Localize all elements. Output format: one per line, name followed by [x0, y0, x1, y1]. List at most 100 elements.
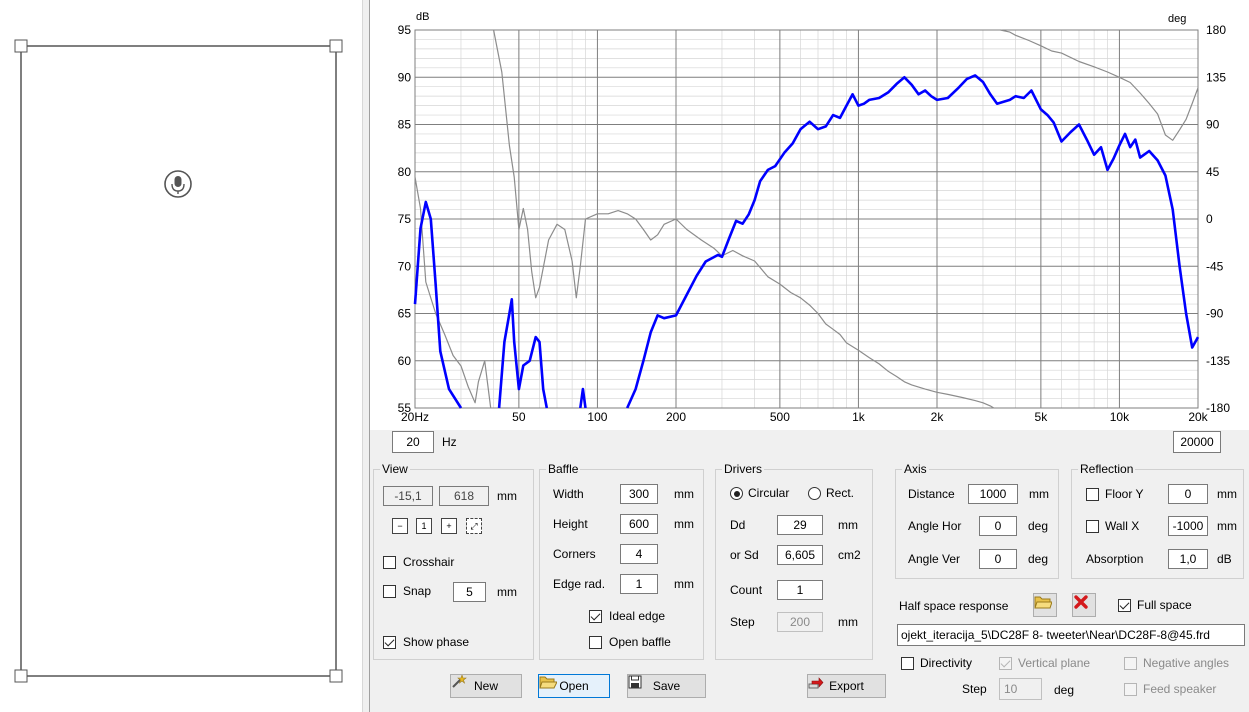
baffle-group-title: Baffle	[546, 462, 581, 476]
height-field[interactable]: 600	[620, 514, 658, 534]
floor-label: Floor Y	[1105, 487, 1144, 501]
freq-min-unit: Hz	[442, 435, 457, 449]
show-phase-label: Show phase	[403, 635, 470, 649]
open-baffle-checkbox[interactable]	[589, 636, 602, 649]
export-button-label: Export	[829, 679, 864, 693]
axis-group: Axis Distance 1000 mm Angle Hor 0 deg An…	[895, 462, 1059, 579]
x-tick-label: 100	[587, 410, 607, 424]
axis-group-title: Axis	[902, 462, 929, 476]
zoom-out-icon: −	[397, 521, 403, 531]
snap-field[interactable]: 5	[453, 582, 486, 602]
angle-hor-label: Angle Hor	[908, 519, 962, 533]
x-tick-label: 50	[512, 410, 526, 424]
x-tick-label: 2k	[931, 410, 945, 424]
directivity-checkbox[interactable]	[901, 657, 914, 670]
sd-field[interactable]: 6,605	[777, 545, 823, 565]
snap-checkbox[interactable]	[383, 585, 396, 598]
export-button[interactable]: Export	[807, 674, 886, 698]
drivers-group: Drivers Circular Rect. Dd 29 mm or Sd 6,…	[715, 462, 873, 660]
floor-field[interactable]: 0	[1168, 484, 1208, 504]
baffle-outline[interactable]	[20, 45, 337, 677]
open-button-label: Open	[559, 679, 589, 693]
snap-unit: mm	[497, 585, 517, 599]
clear-half-space-button[interactable]	[1072, 593, 1096, 617]
reflection-group-title: Reflection	[1078, 462, 1136, 476]
crosshair-checkbox[interactable]	[383, 556, 396, 569]
cursor-unit: mm	[497, 489, 517, 503]
dd-field[interactable]: 29	[777, 515, 823, 535]
absorption-field[interactable]: 1,0	[1168, 549, 1208, 569]
angle-hor-field[interactable]: 0	[979, 516, 1017, 536]
half-space-file-field[interactable]: ojekt_iteracija_5\DC28F 8- tweeter\Near\…	[897, 624, 1245, 646]
zoom-in-button[interactable]: +	[441, 518, 457, 534]
freq-max-field[interactable]: 20000	[1173, 431, 1221, 453]
vertical-plane-checkbox[interactable]	[999, 657, 1012, 670]
baffle-group: Baffle Width 300 mm Height 600 mm Corner…	[539, 462, 704, 660]
angle-ver-field[interactable]: 0	[979, 549, 1017, 569]
freq-min-field[interactable]: 20	[392, 431, 434, 453]
directivity-step-field[interactable]: 10	[999, 678, 1042, 700]
negative-angles-checkbox[interactable]	[1124, 657, 1137, 670]
step-label: Step	[730, 615, 755, 629]
distance-field[interactable]: 1000	[968, 484, 1018, 504]
x-tick-label: 5k	[1035, 410, 1049, 424]
angle-ver-label: Angle Ver	[908, 552, 961, 566]
height-label: Height	[553, 517, 588, 531]
directivity-step-unit: deg	[1054, 683, 1075, 697]
new-button[interactable]: New	[450, 674, 522, 698]
corners-field[interactable]: 4	[620, 544, 658, 564]
right-tick-label: 45	[1206, 165, 1220, 179]
floor-checkbox[interactable]	[1086, 488, 1099, 501]
x-tick-label: 10k	[1110, 410, 1130, 424]
count-field[interactable]: 1	[777, 580, 823, 600]
save-button[interactable]: Save	[627, 674, 706, 698]
corner-handle-tl[interactable]	[14, 39, 28, 53]
baffle-view[interactable]	[0, 0, 363, 712]
corner-handle-bl[interactable]	[14, 669, 28, 683]
feed-speaker-checkbox[interactable]	[1124, 683, 1137, 696]
floor-unit: mm	[1217, 487, 1237, 501]
left-tick-label: 95	[398, 23, 412, 37]
floppy-disk-icon	[628, 675, 642, 689]
cursor-x-field[interactable]: -15,1	[383, 486, 433, 506]
right-tick-label: -180	[1206, 401, 1230, 415]
delete-x-icon	[1074, 595, 1088, 609]
wall-checkbox[interactable]	[1086, 520, 1099, 533]
wall-field[interactable]: -1000	[1168, 516, 1208, 536]
corner-handle-tr[interactable]	[329, 39, 343, 53]
step-unit: mm	[838, 615, 858, 629]
x-tick-label: 20k	[1188, 410, 1208, 424]
rect-radio[interactable]	[808, 487, 821, 500]
show-phase-checkbox[interactable]	[383, 636, 396, 649]
width-unit: mm	[674, 487, 694, 501]
baffle-canvas[interactable]	[0, 0, 362, 712]
width-field[interactable]: 300	[620, 484, 658, 504]
full-space-checkbox[interactable]	[1118, 599, 1131, 612]
microphone-icon[interactable]	[164, 170, 192, 198]
zoom-out-button[interactable]: −	[392, 518, 408, 534]
distance-label: Distance	[908, 487, 955, 501]
view-group: View -15,1 618 mm − 1 + ⤢ Crosshair Snap…	[373, 462, 534, 660]
ideal-edge-checkbox[interactable]	[589, 610, 602, 623]
zoom-actual-button[interactable]: 1	[416, 518, 432, 534]
step-field[interactable]: 200	[777, 612, 823, 632]
zoom-fit-button[interactable]: ⤢	[466, 518, 482, 534]
edge-radius-unit: mm	[674, 577, 694, 591]
left-axis-unit: dB	[416, 11, 429, 23]
frequency-response-chart[interactable]: 95 18090 13585 9080 4575 070 -4565 -9060 -13555-…	[370, 0, 1249, 430]
corner-handle-br[interactable]	[329, 669, 343, 683]
zoom-fit-icon: ⤢	[470, 521, 478, 531]
edge-radius-field[interactable]: 1	[620, 574, 658, 594]
open-half-space-button[interactable]	[1033, 593, 1057, 617]
new-button-label: New	[473, 679, 498, 693]
panel-splitter[interactable]	[362, 0, 370, 712]
reflection-group: Reflection Floor Y 0 mm Wall X -1000 mm …	[1071, 462, 1244, 579]
left-tick-label: 65	[398, 307, 412, 321]
cursor-y-field[interactable]: 618	[439, 486, 489, 506]
circular-radio[interactable]	[730, 487, 743, 500]
open-button[interactable]: Open	[538, 674, 610, 698]
zoom-actual-icon: 1	[421, 521, 427, 531]
absorption-unit: dB	[1217, 552, 1232, 566]
dd-unit: mm	[838, 518, 858, 532]
feed-speaker-label: Feed speaker	[1143, 682, 1217, 696]
